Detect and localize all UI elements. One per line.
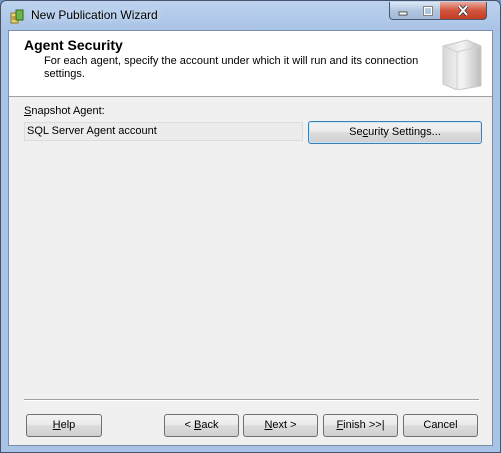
btn-text: elp bbox=[60, 419, 76, 431]
app-icon bbox=[10, 9, 24, 24]
help-button[interactable]: Help bbox=[26, 414, 102, 437]
close-button[interactable] bbox=[440, 2, 487, 20]
accesskey: H bbox=[52, 419, 61, 431]
btn-text: Cancel bbox=[423, 419, 458, 431]
security-settings-button[interactable]: Security Settings... bbox=[308, 121, 482, 144]
maximize-button[interactable] bbox=[415, 2, 441, 20]
label-text: napshot Agent: bbox=[31, 105, 105, 117]
maximize-icon bbox=[422, 5, 433, 16]
next-button[interactable]: Next > bbox=[243, 414, 318, 437]
page-description: For each agent, specify the account unde… bbox=[44, 55, 419, 80]
btn-text: ext > bbox=[272, 419, 297, 431]
cancel-button[interactable]: Cancel bbox=[403, 414, 478, 437]
minimize-button[interactable] bbox=[389, 2, 416, 20]
wizard-header: Agent Security For each agent, specify t… bbox=[9, 31, 492, 97]
back-button[interactable]: < Back bbox=[164, 414, 239, 437]
window-title: New Publication Wizard bbox=[31, 8, 158, 22]
page-title: Agent Security bbox=[24, 37, 123, 53]
wizard-window: New Publication Wizard Agent Security Fo… bbox=[0, 0, 501, 453]
btn-text: Se bbox=[349, 126, 363, 138]
title-bar[interactable]: New Publication Wizard bbox=[1, 1, 500, 29]
wizard-client-area: Agent Security For each agent, specify t… bbox=[8, 30, 493, 446]
finish-button[interactable]: Finish >>| bbox=[323, 414, 398, 437]
close-icon bbox=[457, 5, 469, 16]
btn-text: inish >>| bbox=[343, 419, 385, 431]
btn-text: < bbox=[184, 419, 194, 431]
minimize-icon bbox=[398, 11, 407, 15]
btn-text: urity Settings... bbox=[368, 126, 441, 138]
snapshot-agent-label: Snapshot Agent: bbox=[24, 105, 105, 117]
server-image-icon bbox=[442, 39, 482, 90]
snapshot-agent-account-field: SQL Server Agent account bbox=[24, 122, 303, 141]
btn-text: ack bbox=[201, 419, 219, 431]
footer-divider bbox=[24, 399, 479, 401]
